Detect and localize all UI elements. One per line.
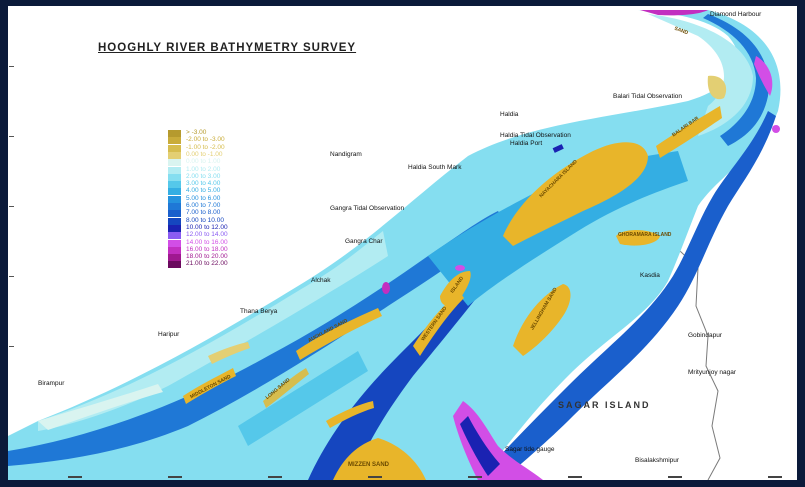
legend-swatch [168,261,181,269]
legend-label: 3.00 to 4.00 [186,180,221,188]
legend-label: 18.00 to 20.00 [186,253,228,261]
legend-label: 14.00 to 16.00 [186,238,228,246]
legend-swatch [168,224,181,232]
axis-tick [168,476,182,478]
place-kasdia: Kasdia [640,272,660,279]
legend-swatch [168,203,181,210]
axis-tick [268,476,282,478]
axis-tick [468,476,482,478]
legend-label: 1.00 to 2.00 [186,165,221,173]
legend-label: 10.00 to 12.00 [186,223,228,231]
place-nandigram: Nandigram [330,151,362,158]
legend-swatch [168,173,181,181]
legend-swatch [168,239,181,247]
legend-label: 2.00 to 3.00 [186,172,221,180]
legend-label: 0.00 to -1.00 [186,150,223,158]
axis-tick [68,476,82,478]
deep-spot [772,125,780,133]
place-alchak: Alchak [311,277,331,284]
legend-label: 4.00 to 5.00 [186,187,221,195]
legend-label: 12.00 to 14.00 [186,231,228,239]
legend-label: 16.00 to 18.00 [186,245,228,253]
deep-spot-3 [455,265,465,271]
axis-tick [768,476,782,478]
legend-swatch [168,130,181,137]
bathymetry-svg [8,10,781,480]
place-diamond-harbour: Diamond Harbour [710,11,762,18]
legend-swatch [168,151,181,159]
legend-swatch [168,217,181,225]
legend-swatch [168,137,181,145]
place-thana-berya: Thana Berya [240,308,278,315]
place-balari: Balari Tidal Observation [613,93,683,100]
sagar-island-label: SAGAR ISLAND [558,400,651,410]
place-sagar-gauge: Sagar tide gauge [505,446,555,453]
legend-swatch [168,159,181,167]
legend-swatch [168,195,181,203]
legend-label: > -3.00 [186,129,207,136]
axis-tick [568,476,582,478]
label-ghoramara: GHORAMARA ISLAND [618,232,672,238]
place-gangra-tidal: Gangra Tidal Observation [330,205,405,212]
map-frame: HOOGHLY RIVER BATHYMETRY SURVEY > -3.00-… [0,0,805,487]
legend-swatch [168,181,181,189]
map-title: HOOGHLY RIVER BATHYMETRY SURVEY [98,42,357,54]
legend-swatch [168,210,181,218]
place-haldia-south: Haldia South Mark [408,164,462,171]
legend-label: 8.00 to 10.00 [186,216,224,224]
bathymetry-map: HOOGHLY RIVER BATHYMETRY SURVEY > -3.00-… [8,6,797,480]
legend-label: -2.00 to -3.00 [186,136,225,144]
axis-tick [668,476,682,478]
legend-label: 21.00 to 22.00 [186,260,228,268]
legend-label: 6.00 to 7.00 [186,202,221,209]
legend-label: 7.00 to 8.00 [186,209,221,217]
legend-swatch [168,232,181,240]
legend-label: 0.00 to 1.00 [186,158,221,166]
place-haldia-port: Haldia Port [510,140,543,147]
place-birampur: Birampur [38,380,65,387]
place-gangra-char: Gangra Char [345,238,383,245]
axis-tick-left [9,66,14,67]
label-mizzen-sand: MIZZEN SAND [348,462,389,468]
place-gobindapur: Gobindapur [688,332,722,339]
place-mrityunjoy: Mrityunjoy nagar [688,369,737,376]
axis-tick [368,476,382,478]
place-haldia-tidal: Haldia Tidal Observation [500,132,571,139]
estuary-water-body [8,10,781,480]
place-bisalakshmipur: Bisalakshmipur [635,457,680,464]
legend-swatch [168,246,181,254]
place-haripur: Haripur [158,331,180,338]
legend-swatch [168,188,181,196]
legend-swatch [168,166,181,174]
legend-label: 5.00 to 6.00 [186,194,221,202]
legend-swatch [168,254,181,262]
axis-tick-left [9,136,14,137]
place-haldia: Haldia [500,111,519,118]
axis-tick-left [9,346,14,347]
legend-label: -1.00 to -2.00 [186,143,225,151]
deep-spot-2 [382,282,390,294]
axis-tick-left [9,206,14,207]
axis-tick-left [9,276,14,277]
legend-swatch [168,144,181,152]
